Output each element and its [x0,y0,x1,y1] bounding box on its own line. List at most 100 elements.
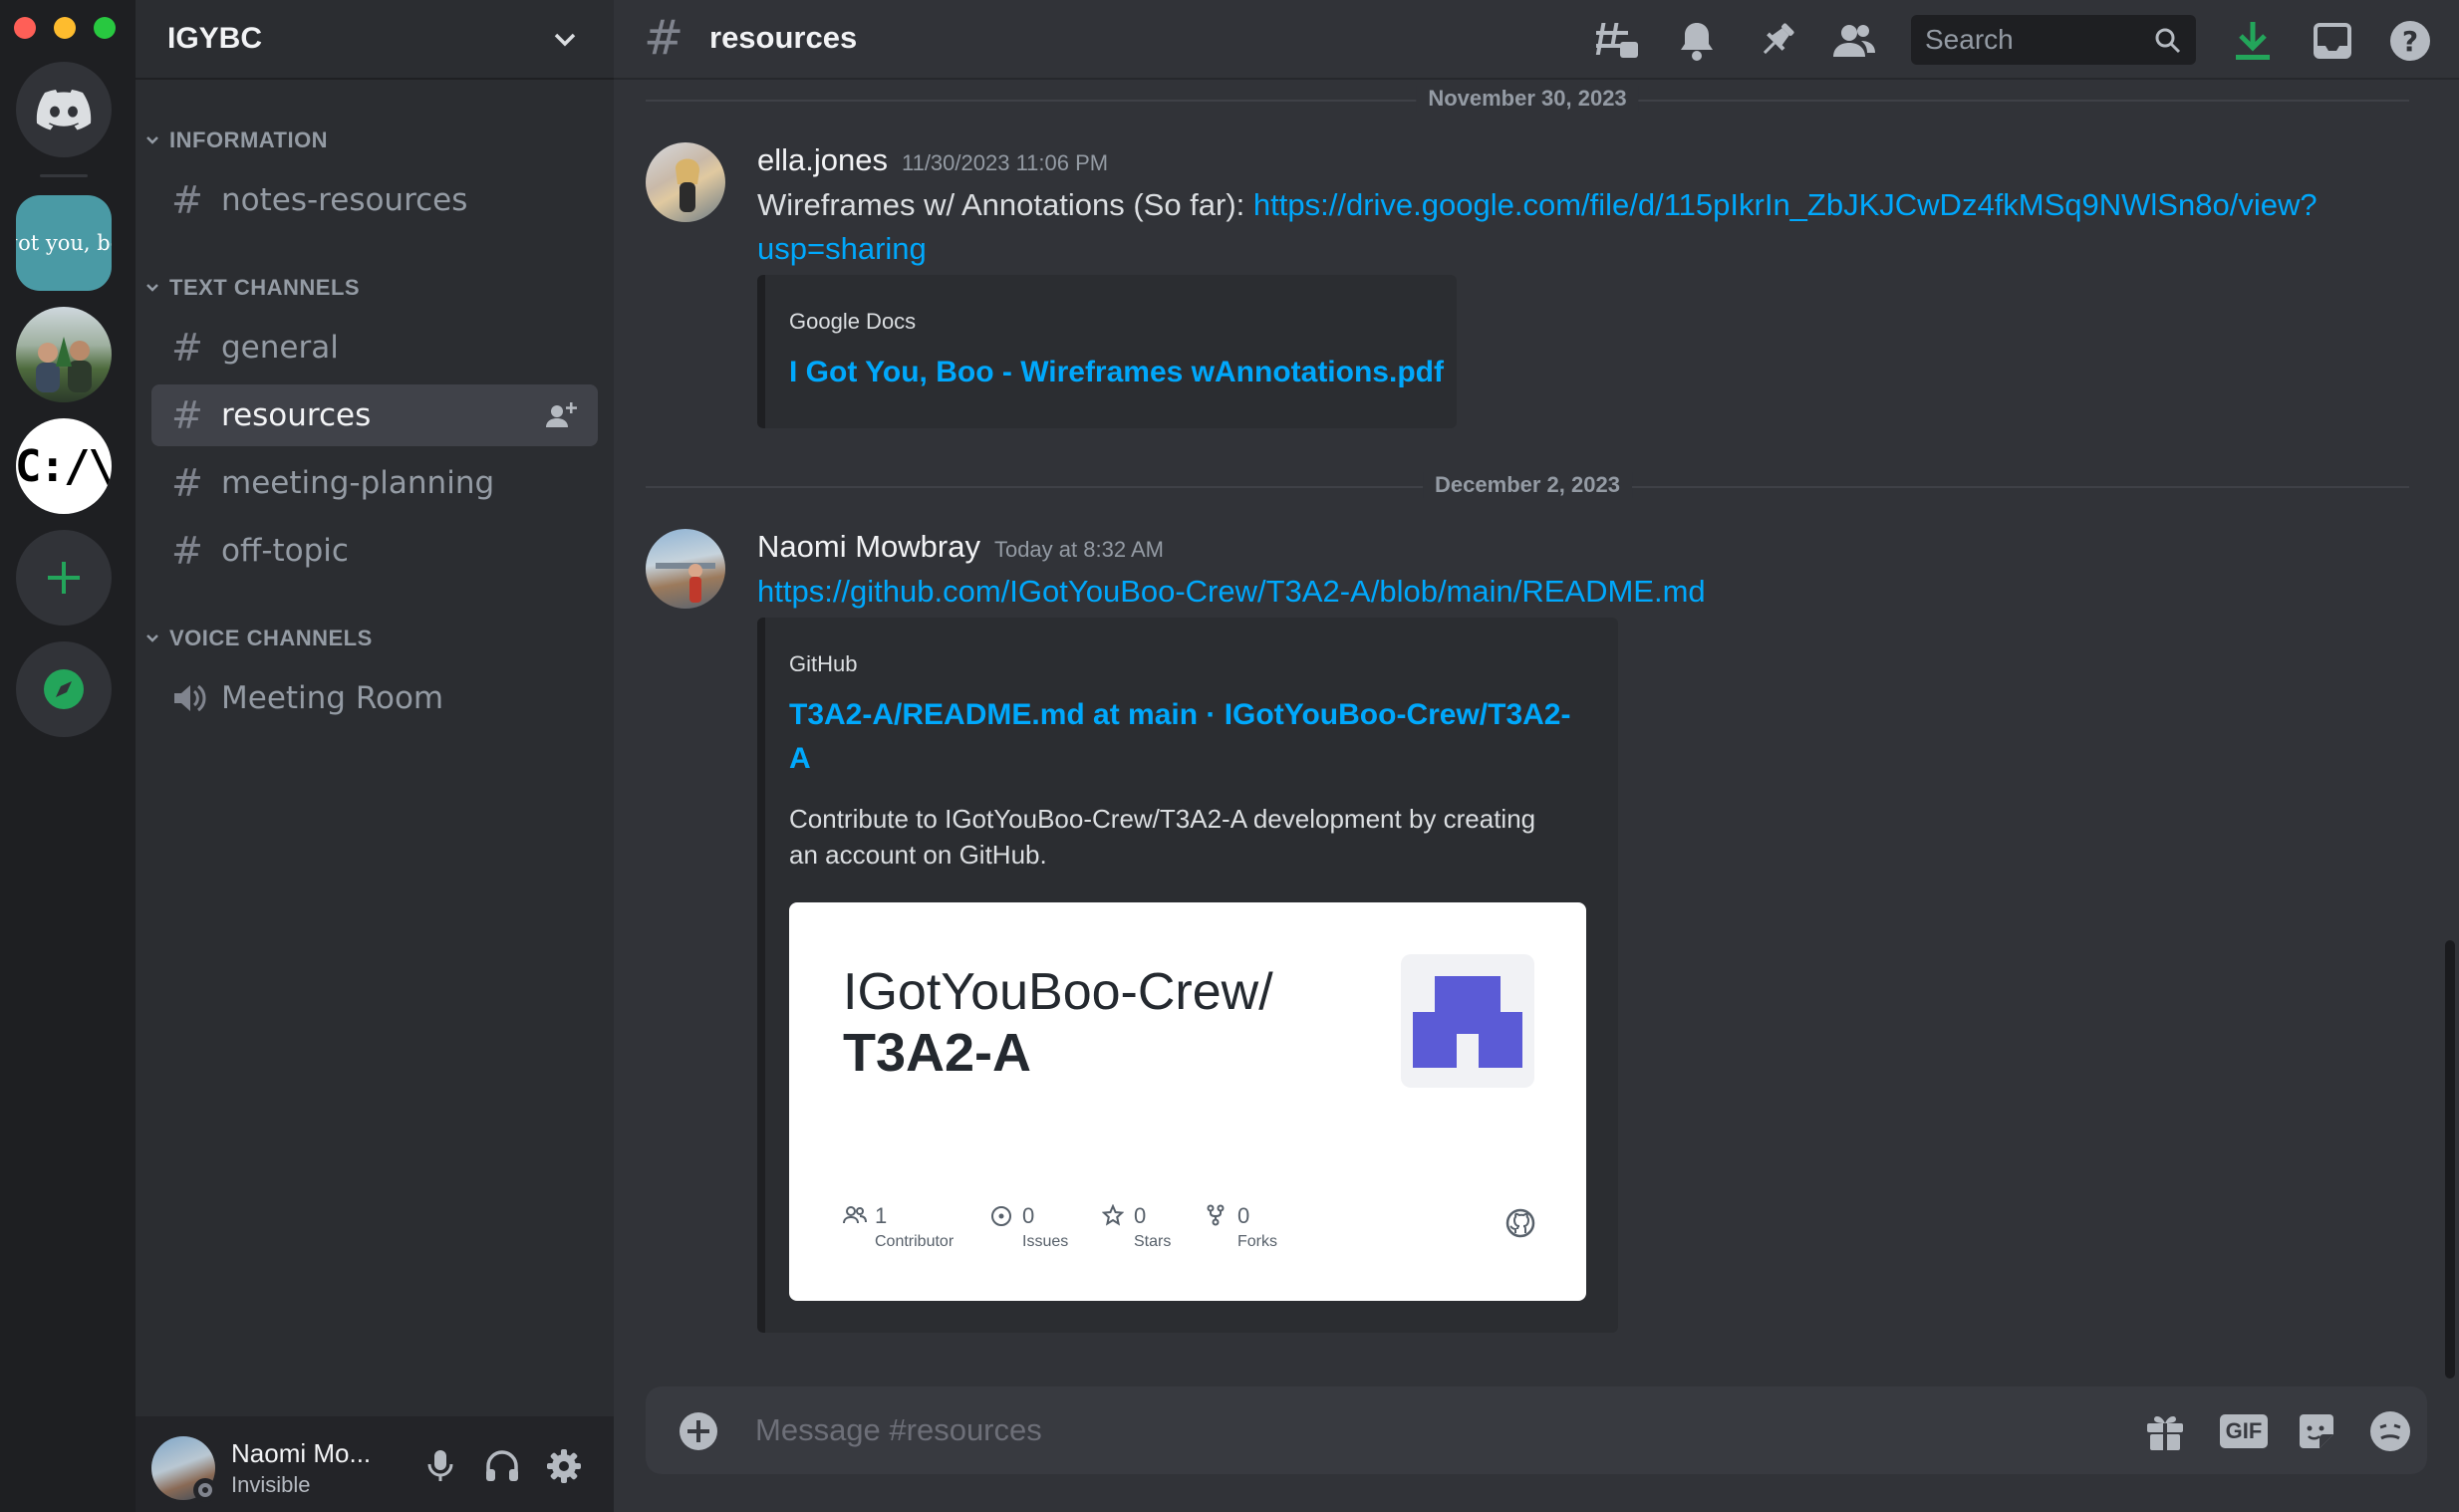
fork-icon [1207,1204,1225,1226]
explore-servers-button[interactable] [16,641,112,737]
embed-provider[interactable]: GitHub [789,651,857,677]
speaker-icon [171,682,221,714]
microphone-button[interactable] [418,1444,462,1488]
stat-value: 0 [1022,1203,1035,1228]
chat-main: # resources Search ? November 30, 2023 e… [614,0,2459,1512]
emoji-button[interactable] [2365,1406,2415,1456]
avatar-photo [676,158,699,212]
stat-value: 0 [1237,1203,1250,1228]
channel-title: resources [709,20,858,55]
gift-button[interactable] [2140,1406,2190,1456]
inbox-button[interactable] [2310,18,2355,64]
search-input[interactable] [1911,15,2150,65]
channel-meeting-planning[interactable]: # meeting-planning [151,452,598,514]
message-content: Wireframes w/ Annotations (So far): http… [757,183,2411,271]
user-name[interactable]: Naomi Mo... [231,1438,371,1469]
github-preview-card[interactable]: IGotYouBoo-Crew/ T3A2-A 1 Contributor 0 … [789,902,1586,1301]
channel-general-label: general [221,330,339,366]
category-information-label: INFORMATION [169,127,329,152]
discord-logo-icon [36,90,92,130]
channel-general[interactable]: # general [151,317,598,378]
embed-description: Contribute to IGotYouBoo-Crew/T3A2-A dev… [789,801,1586,873]
github-link[interactable]: https://github.com/IGotYouBoo-Crew/T3A2-… [757,574,1706,609]
gif-icon: GIF [2219,1414,2269,1448]
headphones-button[interactable] [480,1444,524,1488]
github-logo-icon [1505,1208,1535,1238]
category-voice-channels-label: VOICE CHANNELS [169,626,373,650]
threads-icon [1595,23,1638,58]
channel-meeting-room-label: Meeting Room [221,680,444,716]
search-box[interactable] [1911,15,2196,65]
notifications-button[interactable] [1674,18,1720,64]
message-author[interactable]: ella.jones [757,142,888,177]
embed-title-link[interactable]: I Got You, Boo - Wireframes wAnnotations… [789,351,1444,394]
embed-title-line: A [789,742,811,775]
member-list-button[interactable] [1831,18,1877,64]
threads-button[interactable] [1594,18,1640,64]
stat-label: Forks [1237,1233,1277,1250]
channel-sidebar: IGYBC INFORMATION # notes-resources TEXT… [136,0,614,1512]
issue-icon [991,1206,1011,1226]
download-icon [2236,22,2270,60]
star-icon [1102,1204,1124,1226]
hash-icon: # [171,326,203,370]
guild-name: IGYBC [167,22,263,55]
user-avatar[interactable] [646,142,725,222]
stat-label: Contributor [875,1233,955,1250]
emoji-icon [2370,1411,2410,1451]
message-text: Wireframes w/ Annotations (So far): [757,187,1253,222]
help-button[interactable]: ? [2387,18,2433,64]
hash-icon: # [171,393,203,437]
pinned-messages-button[interactable] [1754,18,1799,64]
message-input[interactable] [755,1386,2050,1474]
members-icon [1833,25,1875,57]
server-got-you-boo[interactable]: got you, bo [16,195,112,291]
guild-header[interactable]: IGYBC [136,0,614,80]
category-information[interactable]: INFORMATION [145,127,328,153]
channel-off-topic[interactable]: # off-topic [151,520,598,582]
channel-topbar: # resources Search ? [614,0,2459,80]
server-photo[interactable] [16,307,112,402]
date-divider-label: December 2, 2023 [1423,472,1632,498]
message-author[interactable]: Naomi Mowbray [757,529,980,564]
invite-member-icon[interactable] [544,400,578,430]
gif-button[interactable]: GIF [2216,1406,2272,1456]
gift-icon [2147,1415,2183,1450]
window-maximize-button[interactable] [94,17,116,39]
pin-icon [1763,23,1794,55]
chevron-down-icon [146,284,158,292]
user-avatar[interactable] [646,529,725,609]
channel-resources[interactable]: # resources [151,384,598,446]
drive-link[interactable]: https://drive.google.com/file/d/115pIkrI… [1253,187,2318,222]
chevron-down-icon [146,634,158,642]
user-settings-button[interactable] [542,1444,586,1488]
window-minimize-button[interactable] [54,17,76,39]
embed-title-link[interactable]: T3A2-A/README.md at main · IGotYouBoo-Cr… [789,693,1586,781]
stat-label: Stars [1134,1233,1172,1250]
channel-meeting-planning-label: meeting-planning [221,465,495,501]
window-close-button[interactable] [14,17,36,39]
upload-button[interactable] [674,1406,723,1456]
server-got-you-boo-label: got you, bo [16,231,112,255]
embed-description-line: Contribute to IGotYouBoo-Crew/T3A2-A dev… [789,804,1536,834]
hash-icon: # [171,529,203,573]
category-voice-channels[interactable]: VOICE CHANNELS [145,626,373,651]
drive-link-continued[interactable]: usp=sharing [757,231,927,266]
home-server-button[interactable] [16,62,112,157]
repo-identicon [1401,954,1534,1088]
message-scrollbar[interactable] [2445,940,2455,1379]
channel-meeting-room[interactable]: Meeting Room [151,667,598,729]
hash-icon: # [171,178,203,222]
add-server-button[interactable] [16,530,112,626]
server-ca[interactable]: C:/\ [16,418,112,514]
search-icon [2155,28,2181,54]
server-rail: got you, bo C:/\ [0,0,136,1512]
sticker-icon [2300,1414,2333,1448]
microphone-icon [427,1450,453,1481]
sticker-button[interactable] [2292,1406,2341,1456]
category-text-channels[interactable]: TEXT CHANNELS [145,275,360,301]
embed-provider[interactable]: Google Docs [789,309,916,335]
link-embed-github: GitHub T3A2-A/README.md at main · IGotYo… [757,618,1618,1333]
channel-notes-resources[interactable]: # notes-resources [151,169,598,231]
download-apps-button[interactable] [2230,18,2276,64]
